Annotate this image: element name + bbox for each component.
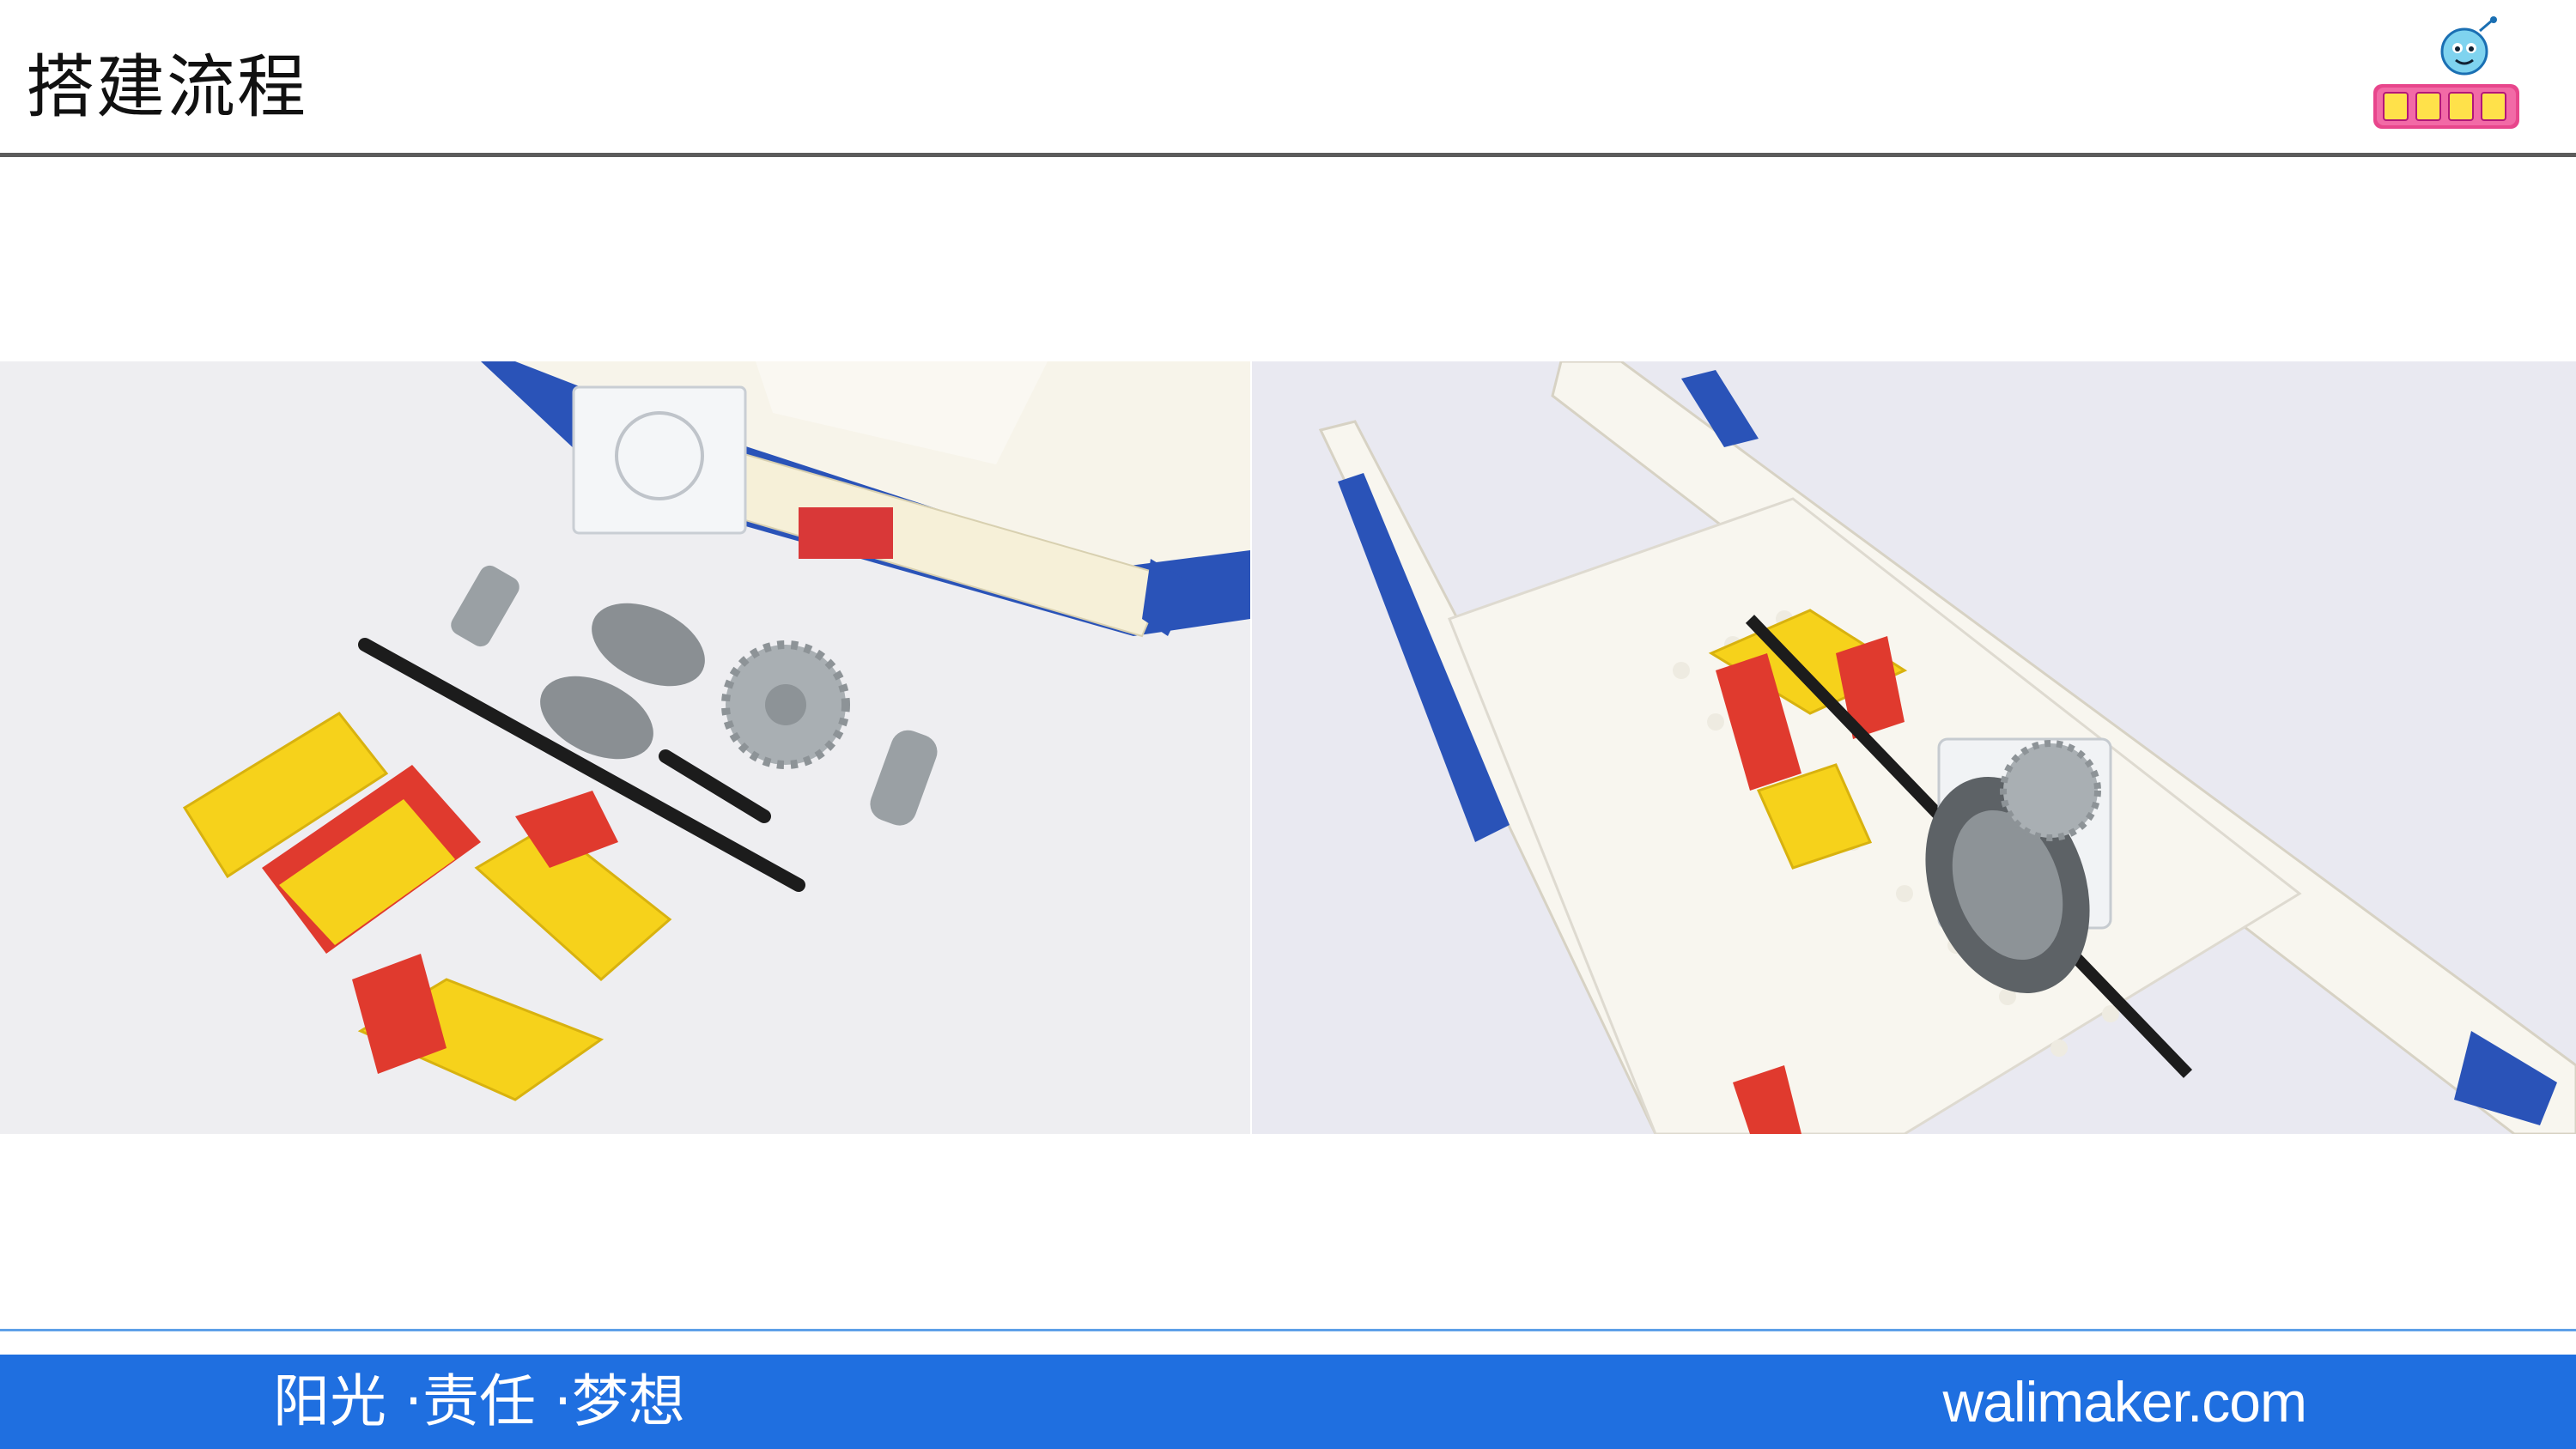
brand-mascot-logo-icon	[2373, 16, 2519, 129]
footer-bar: 阳光 ·责任 ·梦想 walimaker.com	[0, 1355, 2576, 1449]
parts-photo	[0, 361, 1250, 1134]
parts-layout-photo-icon	[0, 361, 1250, 1134]
footer-slogan: 阳光 ·责任 ·梦想	[273, 1368, 685, 1434]
model-photo	[1252, 361, 2576, 1134]
page-title: 搭建流程	[26, 47, 307, 127]
footer-site-link[interactable]: walimaker.com	[1943, 1365, 2307, 1439]
footer-divider	[0, 1329, 2576, 1331]
assembled-model-photo-icon	[1252, 361, 2576, 1134]
header-divider	[0, 153, 2576, 157]
header: 搭建流程	[0, 0, 2576, 153]
brand-logo	[2361, 15, 2533, 140]
